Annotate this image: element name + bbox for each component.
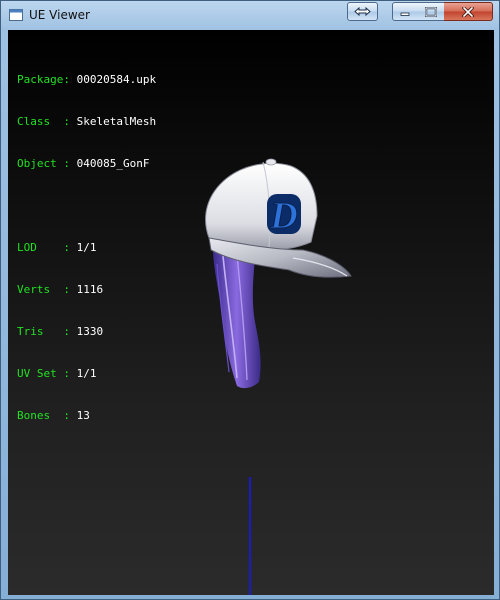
info-row-package: Package: 00020584.upk xyxy=(17,73,156,87)
info-row-tris: Tris : 1330 xyxy=(17,325,156,339)
mesh-info-overlay: Package: 00020584.upk Class : SkeletalMe… xyxy=(17,45,156,451)
info-value-bones: 13 xyxy=(76,409,90,422)
info-row-verts: Verts : 1116 xyxy=(17,283,156,297)
info-separator: : xyxy=(63,367,77,380)
info-label: Object xyxy=(17,157,64,170)
cap-logo: D xyxy=(267,194,301,238)
swap-button[interactable] xyxy=(347,2,378,21)
info-separator: : xyxy=(63,115,77,128)
maximize-button[interactable] xyxy=(417,2,445,21)
info-label: Tris xyxy=(17,325,64,338)
info-label: Package xyxy=(17,73,64,86)
swap-arrows-icon xyxy=(354,7,371,16)
logo-letter: D xyxy=(269,195,297,237)
ue-viewer-window: UE Viewer Package: 00020584.upk Class: … xyxy=(0,0,500,600)
info-row-class: Class : SkeletalMesh xyxy=(17,115,156,129)
minimize-button[interactable] xyxy=(392,2,418,21)
info-value-tris: 1330 xyxy=(76,325,104,338)
info-value-uvset: 1/1 xyxy=(76,367,97,380)
info-label: Verts xyxy=(17,283,64,296)
maximize-icon xyxy=(424,6,437,17)
info-separator: : xyxy=(63,409,77,422)
info-separator: : xyxy=(63,325,77,338)
info-separator: : xyxy=(63,157,77,170)
3d-viewport[interactable]: Package: 00020584.upk Class : SkeletalMe… xyxy=(8,30,494,595)
info-label: LOD xyxy=(17,241,64,254)
info-value-class: SkeletalMesh xyxy=(76,115,157,128)
close-icon xyxy=(462,6,474,17)
title-bar[interactable]: UE Viewer xyxy=(1,1,500,31)
window-title: UE Viewer xyxy=(29,8,90,22)
info-row-uvset: UV Set : 1/1 xyxy=(17,367,156,381)
info-label: Bones xyxy=(17,409,64,422)
info-row-object: Object : 040085_GonF xyxy=(17,157,156,171)
info-separator: : xyxy=(63,283,77,296)
info-value-verts: 1116 xyxy=(76,283,104,296)
minimize-icon xyxy=(400,12,410,16)
info-separator: : xyxy=(63,241,77,254)
app-icon xyxy=(9,9,23,21)
info-value-lod: 1/1 xyxy=(76,241,97,254)
close-button[interactable] xyxy=(444,2,493,21)
info-separator: : xyxy=(63,73,77,86)
info-row-bones: Bones : 13 xyxy=(17,409,156,423)
info-value-package: 00020584.upk xyxy=(76,73,157,86)
cap-with-hair-model: D xyxy=(205,158,352,389)
info-label: UV Set xyxy=(17,367,64,380)
info-value-object: 040085_GonF xyxy=(76,157,150,170)
info-label: Class xyxy=(17,115,64,128)
info-row-lod: LOD : 1/1 xyxy=(17,241,156,255)
origin-axis-line xyxy=(249,477,251,595)
